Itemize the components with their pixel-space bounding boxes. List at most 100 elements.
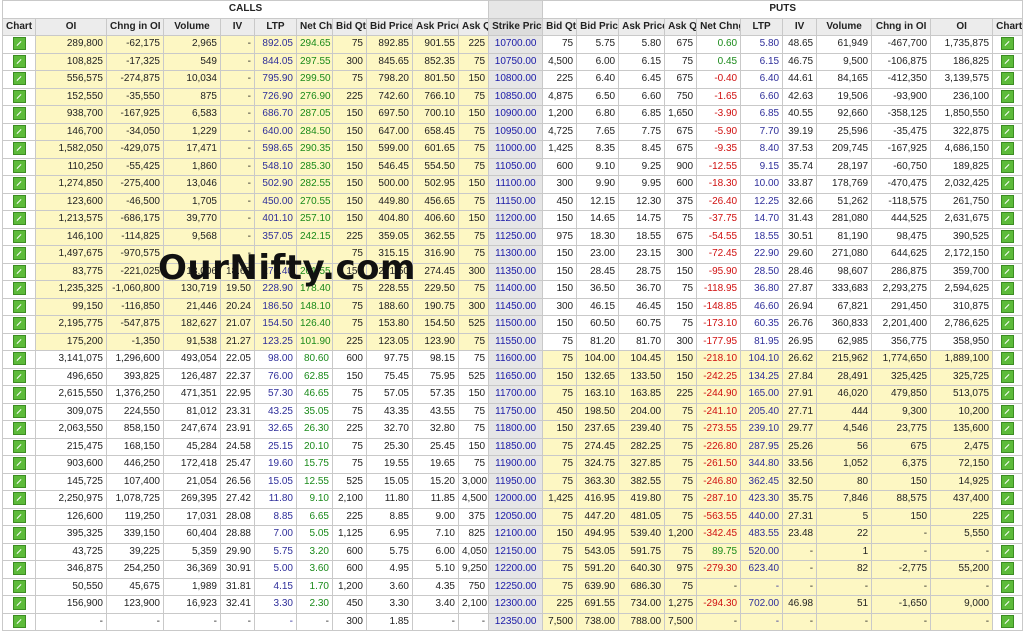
chart-icon[interactable]	[1001, 124, 1015, 138]
put-chart-cell[interactable]	[992, 140, 1024, 159]
call-chart-cell[interactable]	[2, 595, 36, 614]
chart-icon[interactable]	[12, 89, 26, 103]
put-chart-cell[interactable]	[992, 595, 1024, 614]
chart-icon[interactable]	[12, 509, 26, 523]
chart-icon[interactable]	[1001, 72, 1015, 86]
call-chart-cell[interactable]	[2, 577, 36, 596]
call-chart-cell[interactable]	[2, 472, 36, 491]
put-chart-cell[interactable]	[992, 297, 1024, 316]
chart-icon[interactable]	[12, 579, 26, 593]
put-chart-cell[interactable]	[992, 70, 1024, 89]
chart-icon[interactable]	[1001, 282, 1015, 296]
put-chart-cell[interactable]	[992, 455, 1024, 474]
put-chart-cell[interactable]	[992, 227, 1024, 246]
call-chart-cell[interactable]	[2, 262, 36, 281]
call-chart-cell[interactable]	[2, 245, 36, 264]
chart-icon[interactable]	[12, 37, 26, 51]
put-chart-cell[interactable]	[992, 420, 1024, 439]
call-chart-cell[interactable]	[2, 437, 36, 456]
call-chart-cell[interactable]	[2, 297, 36, 316]
chart-icon[interactable]	[1001, 37, 1015, 51]
chart-icon[interactable]	[12, 562, 26, 576]
chart-icon[interactable]	[1001, 404, 1015, 418]
chart-icon[interactable]	[1001, 597, 1015, 611]
chart-icon[interactable]	[12, 229, 26, 243]
put-chart-cell[interactable]	[992, 192, 1024, 211]
chart-icon[interactable]	[1001, 317, 1015, 331]
chart-icon[interactable]	[1001, 142, 1015, 156]
put-chart-cell[interactable]	[992, 87, 1024, 106]
chart-icon[interactable]	[1001, 562, 1015, 576]
chart-icon[interactable]	[1001, 474, 1015, 488]
put-chart-cell[interactable]	[992, 35, 1024, 54]
chart-icon[interactable]	[12, 72, 26, 86]
call-chart-cell[interactable]	[2, 490, 36, 509]
chart-icon[interactable]	[1001, 527, 1015, 541]
chart-icon[interactable]	[1001, 492, 1015, 506]
put-chart-cell[interactable]	[992, 210, 1024, 229]
put-chart-cell[interactable]	[992, 560, 1024, 579]
put-chart-cell[interactable]	[992, 507, 1024, 526]
chart-icon[interactable]	[1001, 544, 1015, 558]
chart-icon[interactable]	[1001, 352, 1015, 366]
call-chart-cell[interactable]	[2, 35, 36, 54]
chart-icon[interactable]	[1001, 159, 1015, 173]
call-chart-cell[interactable]	[2, 350, 36, 369]
call-chart-cell[interactable]	[2, 122, 36, 141]
call-chart-cell[interactable]	[2, 52, 36, 71]
call-chart-cell[interactable]	[2, 612, 36, 631]
chart-icon[interactable]	[1001, 422, 1015, 436]
chart-icon[interactable]	[12, 614, 26, 628]
put-chart-cell[interactable]	[992, 542, 1024, 561]
put-chart-cell[interactable]	[992, 525, 1024, 544]
put-chart-cell[interactable]	[992, 577, 1024, 596]
call-chart-cell[interactable]	[2, 402, 36, 421]
chart-icon[interactable]	[1001, 54, 1015, 68]
chart-icon[interactable]	[12, 597, 26, 611]
chart-icon[interactable]	[12, 124, 26, 138]
chart-icon[interactable]	[12, 177, 26, 191]
chart-icon[interactable]	[1001, 509, 1015, 523]
chart-icon[interactable]	[1001, 299, 1015, 313]
call-chart-cell[interactable]	[2, 175, 36, 194]
put-chart-cell[interactable]	[992, 402, 1024, 421]
chart-icon[interactable]	[12, 404, 26, 418]
chart-icon[interactable]	[1001, 107, 1015, 121]
chart-icon[interactable]	[12, 159, 26, 173]
chart-icon[interactable]	[12, 194, 26, 208]
chart-icon[interactable]	[1001, 579, 1015, 593]
put-chart-cell[interactable]	[992, 262, 1024, 281]
chart-icon[interactable]	[12, 317, 26, 331]
call-chart-cell[interactable]	[2, 507, 36, 526]
chart-icon[interactable]	[1001, 212, 1015, 226]
chart-icon[interactable]	[12, 474, 26, 488]
chart-icon[interactable]	[1001, 247, 1015, 261]
chart-icon[interactable]	[1001, 369, 1015, 383]
call-chart-cell[interactable]	[2, 367, 36, 386]
chart-icon[interactable]	[1001, 264, 1015, 278]
put-chart-cell[interactable]	[992, 105, 1024, 124]
chart-icon[interactable]	[12, 439, 26, 453]
chart-icon[interactable]	[1001, 229, 1015, 243]
chart-icon[interactable]	[12, 457, 26, 471]
chart-icon[interactable]	[1001, 334, 1015, 348]
put-chart-cell[interactable]	[992, 245, 1024, 264]
chart-icon[interactable]	[12, 527, 26, 541]
chart-icon[interactable]	[1001, 194, 1015, 208]
chart-icon[interactable]	[1001, 439, 1015, 453]
chart-icon[interactable]	[12, 387, 26, 401]
chart-icon[interactable]	[12, 107, 26, 121]
chart-icon[interactable]	[1001, 457, 1015, 471]
chart-icon[interactable]	[1001, 387, 1015, 401]
call-chart-cell[interactable]	[2, 315, 36, 334]
call-chart-cell[interactable]	[2, 157, 36, 176]
chart-icon[interactable]	[1001, 614, 1015, 628]
chart-icon[interactable]	[12, 422, 26, 436]
put-chart-cell[interactable]	[992, 472, 1024, 491]
call-chart-cell[interactable]	[2, 227, 36, 246]
chart-icon[interactable]	[12, 282, 26, 296]
put-chart-cell[interactable]	[992, 612, 1024, 631]
chart-icon[interactable]	[12, 352, 26, 366]
chart-icon[interactable]	[1001, 177, 1015, 191]
call-chart-cell[interactable]	[2, 420, 36, 439]
